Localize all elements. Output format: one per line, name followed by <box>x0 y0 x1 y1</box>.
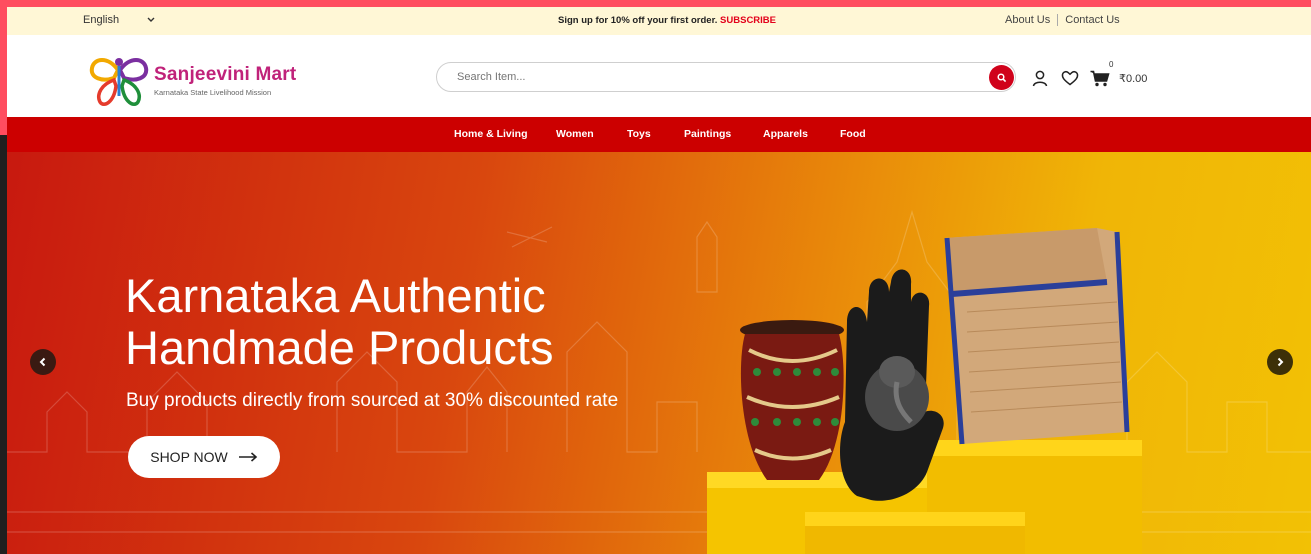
carousel-prev-button[interactable] <box>30 349 56 375</box>
chevron-right-icon <box>1277 357 1284 367</box>
search-icon <box>996 72 1006 82</box>
butterfly-logo-icon <box>88 52 150 108</box>
cart-icon <box>1090 70 1110 86</box>
promo-banner: Sign up for 10% off your first order. SU… <box>558 15 776 26</box>
search-button[interactable] <box>989 65 1014 90</box>
nav-item-food[interactable]: Food <box>840 128 866 140</box>
nav-item-paintings[interactable]: Paintings <box>684 128 731 140</box>
arrow-right-icon <box>238 452 257 462</box>
brand-logo[interactable]: Sanjeevini Mart Karnataka State Liveliho… <box>88 52 296 108</box>
contact-us-link[interactable]: Contact Us <box>1065 14 1119 26</box>
top-bar: English Sign up for 10% off your first o… <box>7 7 1311 35</box>
chevron-down-icon <box>147 15 155 25</box>
hero-title: Karnataka Authentic Handmade Products <box>125 270 553 374</box>
category-nav: Home & Living Women Toys Paintings Appar… <box>7 117 1311 152</box>
cart-button[interactable]: 0 <box>1089 60 1113 89</box>
nav-item-apparels[interactable]: Apparels <box>763 128 808 140</box>
hero-subtitle: Buy products directly from sourced at 30… <box>126 390 619 411</box>
carousel-next-button[interactable] <box>1267 349 1293 375</box>
user-icon <box>1032 70 1048 86</box>
header: Sanjeevini Mart Karnataka State Liveliho… <box>7 35 1311 117</box>
shop-now-button[interactable]: SHOP NOW <box>128 436 280 478</box>
wishlist-button[interactable] <box>1059 67 1081 89</box>
brand-tagline: Karnataka State Livelihood Mission <box>154 87 272 97</box>
promo-text: Sign up for 10% off your first order. <box>558 15 718 26</box>
hero-title-line-1: Karnataka Authentic <box>125 269 546 322</box>
cart-total: ₹0.00 <box>1119 72 1148 85</box>
nav-item-toys[interactable]: Toys <box>627 128 651 140</box>
hero-banner: Karnataka Authentic Handmade Products Bu… <box>7 152 1311 554</box>
nav-item-women[interactable]: Women <box>556 128 594 140</box>
nav-item-home-living[interactable]: Home & Living <box>454 128 528 140</box>
products-image <box>707 228 1142 554</box>
search-input[interactable] <box>457 71 957 83</box>
language-label: English <box>83 14 120 26</box>
shop-now-label: SHOP NOW <box>150 449 228 465</box>
subscribe-link[interactable]: SUBSCRIBE <box>720 15 776 26</box>
account-button[interactable] <box>1029 67 1051 89</box>
header-actions: 0 ₹0.00 <box>1029 60 1148 89</box>
top-links: About Us Contact Us <box>1005 14 1120 26</box>
about-us-link[interactable]: About Us <box>1005 14 1050 26</box>
window-edge <box>0 135 7 554</box>
cart-count: 0 <box>1109 60 1114 69</box>
chevron-left-icon <box>39 357 46 367</box>
divider <box>1057 14 1059 26</box>
search-bar <box>436 62 1016 92</box>
brand-text: Sanjeevini Mart Karnataka State Liveliho… <box>154 64 296 97</box>
brand-name: Sanjeevini Mart <box>154 63 297 85</box>
page: English Sign up for 10% off your first o… <box>7 7 1311 554</box>
heart-icon <box>1061 70 1079 86</box>
language-selector[interactable]: English <box>83 14 155 26</box>
hero-title-line-2: Handmade Products <box>125 321 554 374</box>
